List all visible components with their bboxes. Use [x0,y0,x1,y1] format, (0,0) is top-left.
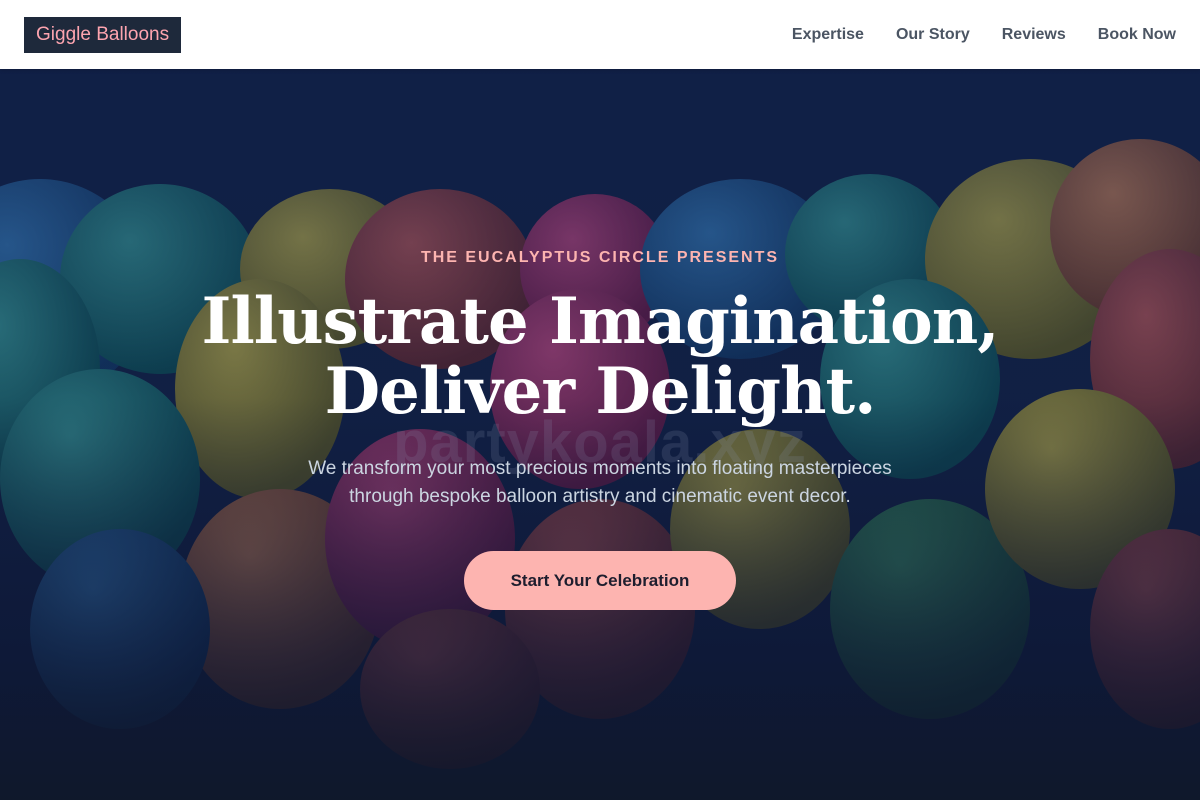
nav-link-reviews[interactable]: Reviews [1002,25,1066,45]
nav-links: Expertise Our Story Reviews Book Now [792,25,1176,45]
start-celebration-button[interactable]: Start Your Celebration [464,551,736,610]
nav-link-expertise[interactable]: Expertise [792,25,864,45]
hero-section: partykoala.xyz THE EUCALYPTUS CIRCLE PRE… [0,69,1200,800]
nav-link-our-story[interactable]: Our Story [896,25,970,45]
hero-subtext: We transform your most precious moments … [250,455,950,511]
subtext-line-2: through bespoke balloon artistry and cin… [349,486,851,507]
brand-logo[interactable]: Giggle Balloons [24,16,182,53]
top-navbar: Giggle Balloons Expertise Our Story Revi… [0,0,1200,69]
hero-eyebrow: THE EUCALYPTUS CIRCLE PRESENTS [420,249,780,266]
headline-line-2: Deliver Delight. [324,354,877,429]
subtext-line-1: We transform your most precious moments … [308,458,892,479]
headline-line-1: Illustrate Imagination, [201,284,1000,359]
hero-content: THE EUCALYPTUS CIRCLE PRESENTS Illustrat… [0,69,1200,800]
nav-link-book-now[interactable]: Book Now [1098,25,1176,45]
hero-headline: Illustrate Imagination, Deliver Delight. [100,287,1100,427]
